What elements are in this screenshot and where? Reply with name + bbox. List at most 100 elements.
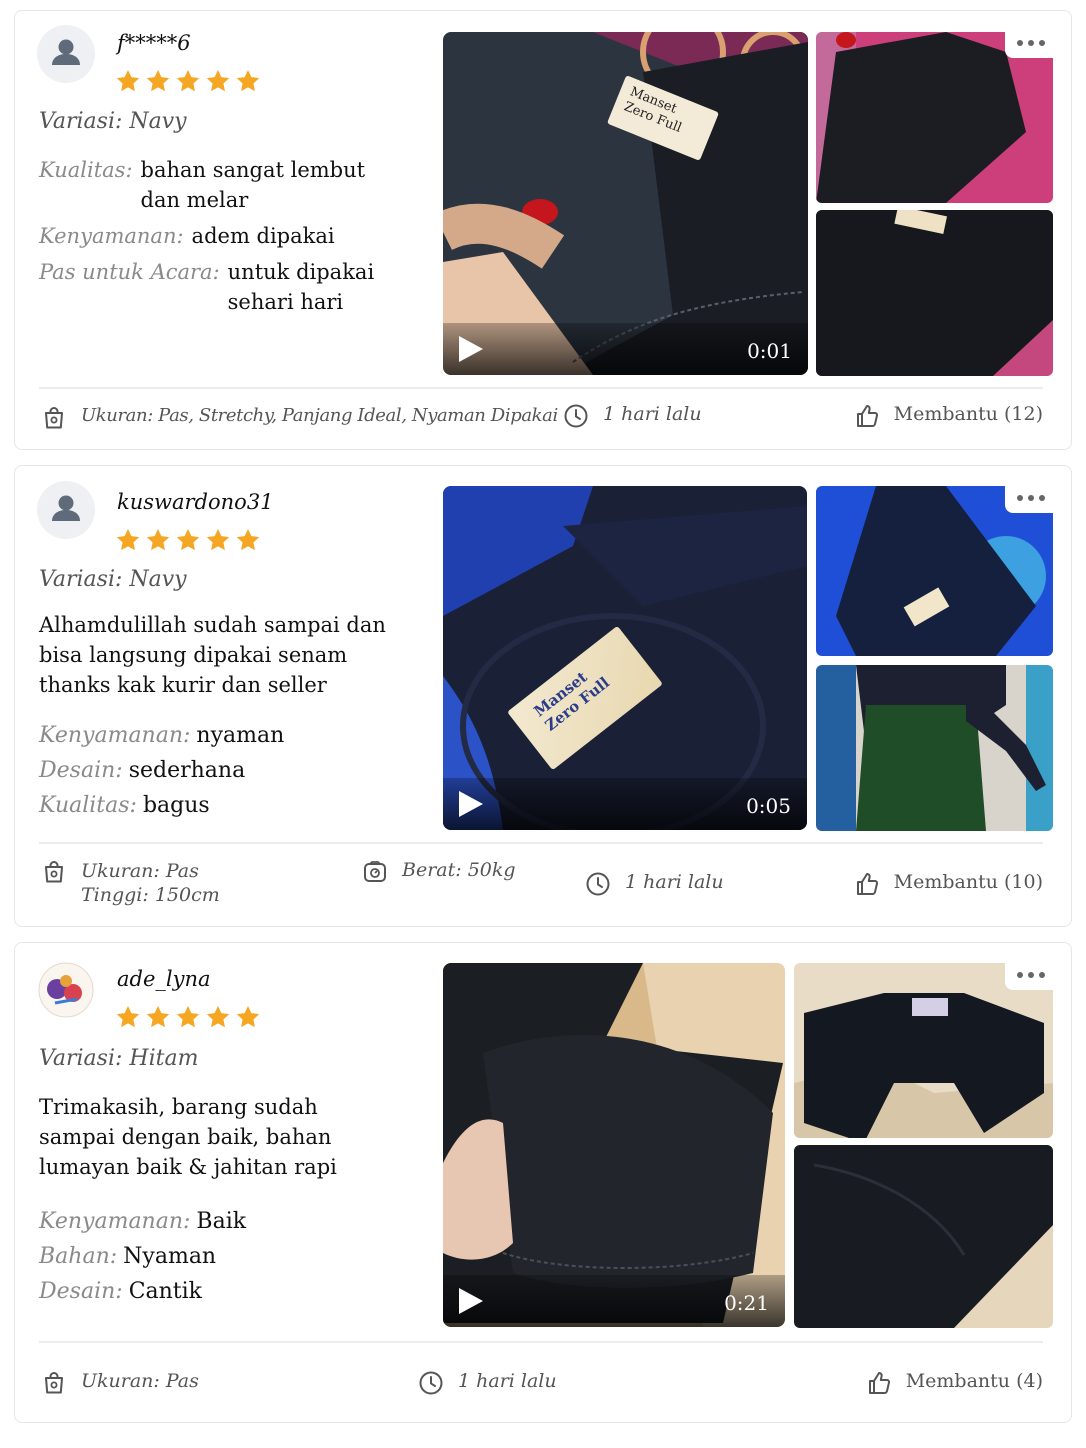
video-thumbnail <box>443 963 785 1327</box>
photo-image <box>816 665 1053 831</box>
divider <box>39 1341 1043 1343</box>
review-photo[interactable] <box>816 665 1053 831</box>
size-text: Ukuran: Pas Tinggi: 150cm <box>81 859 220 907</box>
star-icon <box>175 527 201 553</box>
size-bag-icon <box>41 859 67 885</box>
video-control-bar: 0:01 <box>443 323 808 375</box>
dot-icon <box>1028 972 1034 978</box>
user-icon <box>37 481 95 539</box>
video-duration: 0:01 <box>747 339 792 363</box>
review-attributes: Kenyamanan: nyaman Desain: sederhana Kuali… <box>39 718 429 823</box>
timestamp: 1 hari lalu <box>585 871 724 897</box>
helpful-button[interactable]: Membantu (10) <box>854 871 1043 897</box>
variation-label: Variasi: Hitam <box>39 1046 199 1071</box>
time-text: 1 hari lalu <box>625 871 724 893</box>
clock-icon <box>585 871 611 897</box>
attribute-row: Kenyamanan: Baik <box>39 1204 429 1239</box>
helpful-button[interactable]: Membantu (4) <box>866 1370 1043 1396</box>
star-icon <box>175 1004 201 1030</box>
attribute-row: Kenyamanan: nyaman <box>39 718 429 753</box>
dot-icon <box>1039 972 1045 978</box>
review-video[interactable]: Manset Zero Full 0:05 <box>443 486 807 830</box>
attribute-value: bahan sangat lembut dan melar <box>140 158 366 212</box>
attribute-label: Kenyamanan: <box>39 1209 191 1234</box>
avatar[interactable] <box>37 481 95 539</box>
review-attributes: Kualitas: bahan sangat lembut dan melar … <box>39 155 429 323</box>
timestamp: 1 hari lalu <box>418 1370 557 1396</box>
video-duration: 0:21 <box>724 1291 769 1315</box>
attribute-row: Kualitas: bahan sangat lembut dan melar <box>39 155 429 215</box>
attribute-label: Kenyamanan: <box>39 224 184 248</box>
star-rating <box>115 68 261 94</box>
video-duration: 0:05 <box>746 794 791 818</box>
user-icon <box>37 25 95 83</box>
avatar[interactable] <box>37 25 95 83</box>
review-photo[interactable] <box>816 210 1053 376</box>
attribute-value: Nyaman <box>123 1244 217 1269</box>
video-control-bar: 0:05 <box>443 778 807 830</box>
dot-icon <box>1039 40 1045 46</box>
star-icon <box>235 68 261 94</box>
reviewer-name: ade_lyna <box>117 967 211 991</box>
review-card: f*****6 Variasi: Navy Kualitas: bahan sa… <box>14 10 1072 450</box>
review-video[interactable]: Manset Zero Full 0:01 <box>443 32 808 375</box>
review-text: Trimakasih, barang sudah sampai dengan b… <box>39 1095 337 1179</box>
star-icon <box>115 68 141 94</box>
attribute-value: bagus <box>142 793 210 818</box>
attribute-label: Pas untuk Acara: <box>39 260 220 284</box>
review-video[interactable]: 0:21 <box>443 963 785 1327</box>
star-icon <box>205 68 231 94</box>
height-value: Tinggi: 150cm <box>81 884 220 906</box>
dot-icon <box>1039 495 1045 501</box>
attribute-value: Cantik <box>128 1279 203 1304</box>
more-options-button[interactable] <box>1005 960 1057 990</box>
dot-icon <box>1017 972 1023 978</box>
star-icon <box>175 68 201 94</box>
play-icon[interactable] <box>459 336 483 362</box>
attribute-value: nyaman <box>196 723 285 748</box>
attribute-label: Desain: <box>39 758 123 783</box>
reviewer-name: kuswardono31 <box>117 490 274 514</box>
more-options-button[interactable] <box>1005 483 1057 513</box>
attribute-label: Desain: <box>39 1279 123 1304</box>
star-icon <box>115 1004 141 1030</box>
size-info: Ukuran: Pas <box>41 1370 199 1396</box>
star-icon <box>145 1004 171 1030</box>
dot-icon <box>1017 495 1023 501</box>
dot-icon <box>1028 495 1034 501</box>
weight-info: Berat: 50kg <box>362 859 516 885</box>
attribute-label: Kualitas: <box>39 158 133 182</box>
attribute-row: Desain: sederhana <box>39 753 429 788</box>
profile-picture <box>38 962 94 1018</box>
attribute-value: sederhana <box>128 758 246 783</box>
size-text: Ukuran: Pas, Stretchy, Panjang Ideal, Ny… <box>81 405 558 426</box>
review-photo[interactable] <box>794 1145 1053 1328</box>
size-info: Ukuran: Pas Tinggi: 150cm <box>41 859 220 907</box>
variation-label: Variasi: Navy <box>39 567 187 592</box>
star-icon <box>115 527 141 553</box>
weight-text: Berat: 50kg <box>402 859 516 881</box>
attribute-row: Desain: Cantik <box>39 1274 429 1309</box>
attribute-row: Pas untuk Acara: untuk dipakai sehari ha… <box>39 257 429 317</box>
scale-icon <box>362 859 388 885</box>
helpful-count: Membantu (10) <box>893 871 1043 893</box>
helpful-button[interactable]: Membantu (12) <box>854 403 1043 429</box>
thumbs-up-icon <box>854 871 880 897</box>
attribute-value: Baik <box>196 1209 247 1234</box>
reviewer-name: f*****6 <box>117 31 191 55</box>
timestamp: 1 hari lalu <box>563 403 702 429</box>
star-icon <box>145 527 171 553</box>
more-options-button[interactable] <box>1005 28 1057 58</box>
play-icon[interactable] <box>459 1288 483 1314</box>
attribute-label: Kualitas: <box>39 793 137 818</box>
star-icon <box>235 1004 261 1030</box>
avatar[interactable] <box>37 961 95 1019</box>
star-icon <box>205 527 231 553</box>
size-bag-icon <box>41 1370 67 1396</box>
attribute-row: Kualitas: bagus <box>39 788 429 823</box>
attribute-row: Kenyamanan: adem dipakai <box>39 221 429 251</box>
helpful-count: Membantu (4) <box>905 1370 1043 1392</box>
attribute-row: Bahan: Nyaman <box>39 1239 429 1274</box>
divider <box>39 842 1043 844</box>
play-icon[interactable] <box>459 791 483 817</box>
